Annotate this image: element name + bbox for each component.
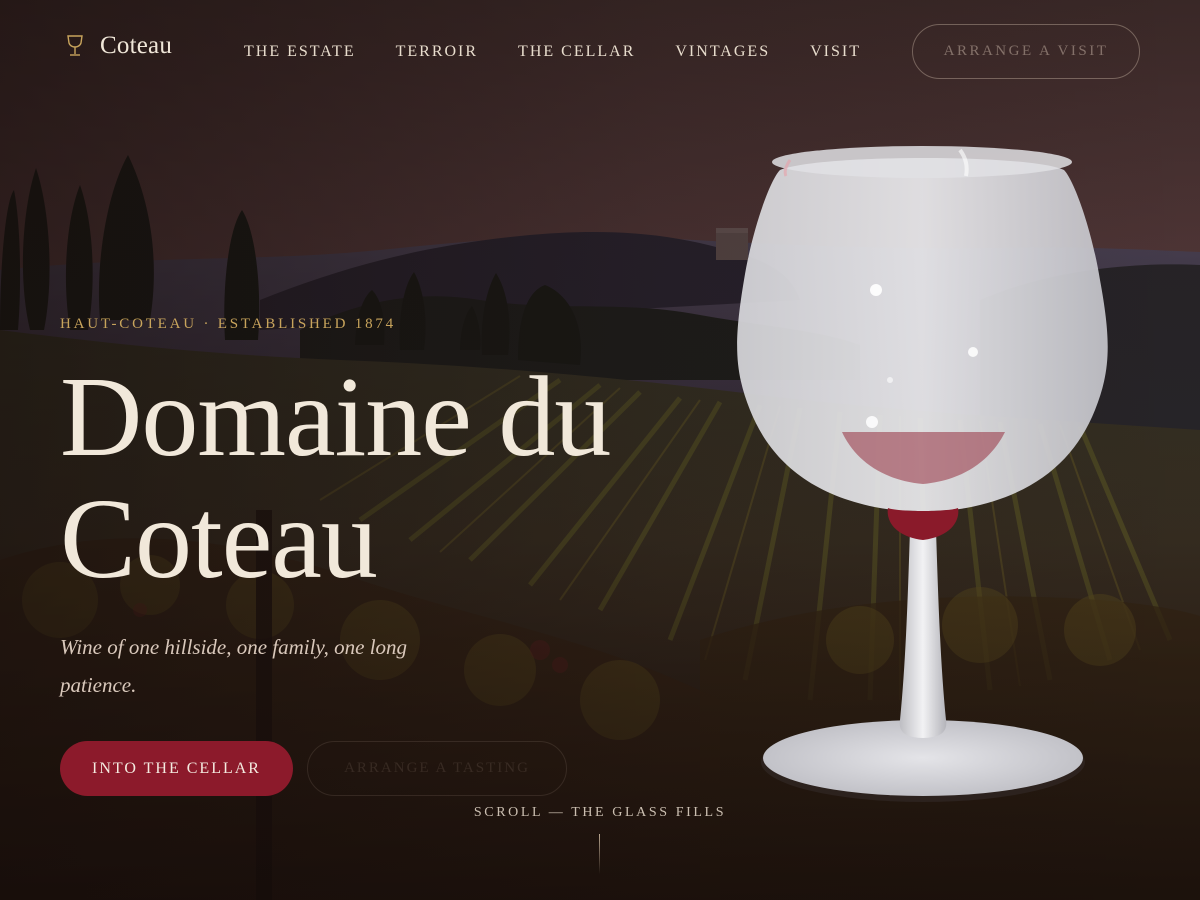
hero-eyebrow: HAUT-COTEAU · ESTABLISHED 1874 (60, 316, 396, 332)
nav-link-visit[interactable]: VISIT (810, 43, 861, 61)
brand-logo[interactable]: Coteau (66, 32, 172, 60)
brand-name: Coteau (100, 32, 173, 59)
nav-links: THE ESTATE TERROIR THE CELLAR VINTAGES V… (244, 43, 901, 61)
nav-link-terroir[interactable]: TERROIR (396, 43, 478, 61)
arrange-tasting-button[interactable]: ARRANGE A TASTING (307, 741, 567, 796)
headline-line-1: Domaine du (60, 353, 611, 480)
wine-glass-icon (66, 35, 84, 57)
hero-tagline: Wine of one hillside, one family, one lo… (60, 635, 408, 697)
nav-link-the-cellar[interactable]: THE CELLAR (518, 43, 635, 61)
arrange-visit-button[interactable]: ARRANGE A VISIT (912, 24, 1140, 79)
into-the-cellar-button[interactable]: INTO THE CELLAR (60, 741, 293, 796)
scroll-indicator-line (599, 834, 600, 874)
hero-headline: Domaine du Coteau (60, 356, 740, 600)
wine-glass-illustration (730, 140, 1120, 810)
nav-link-vintages[interactable]: VINTAGES (675, 43, 770, 61)
scroll-hint: SCROLL — THE GLASS FILLS (473, 805, 727, 820)
headline-line-2: Coteau (60, 475, 378, 602)
wine-in-stem (887, 508, 959, 540)
top-navigation: Coteau THE ESTATE TERROIR THE CELLAR VIN… (0, 0, 1200, 105)
nav-link-the-estate[interactable]: THE ESTATE (244, 43, 356, 61)
